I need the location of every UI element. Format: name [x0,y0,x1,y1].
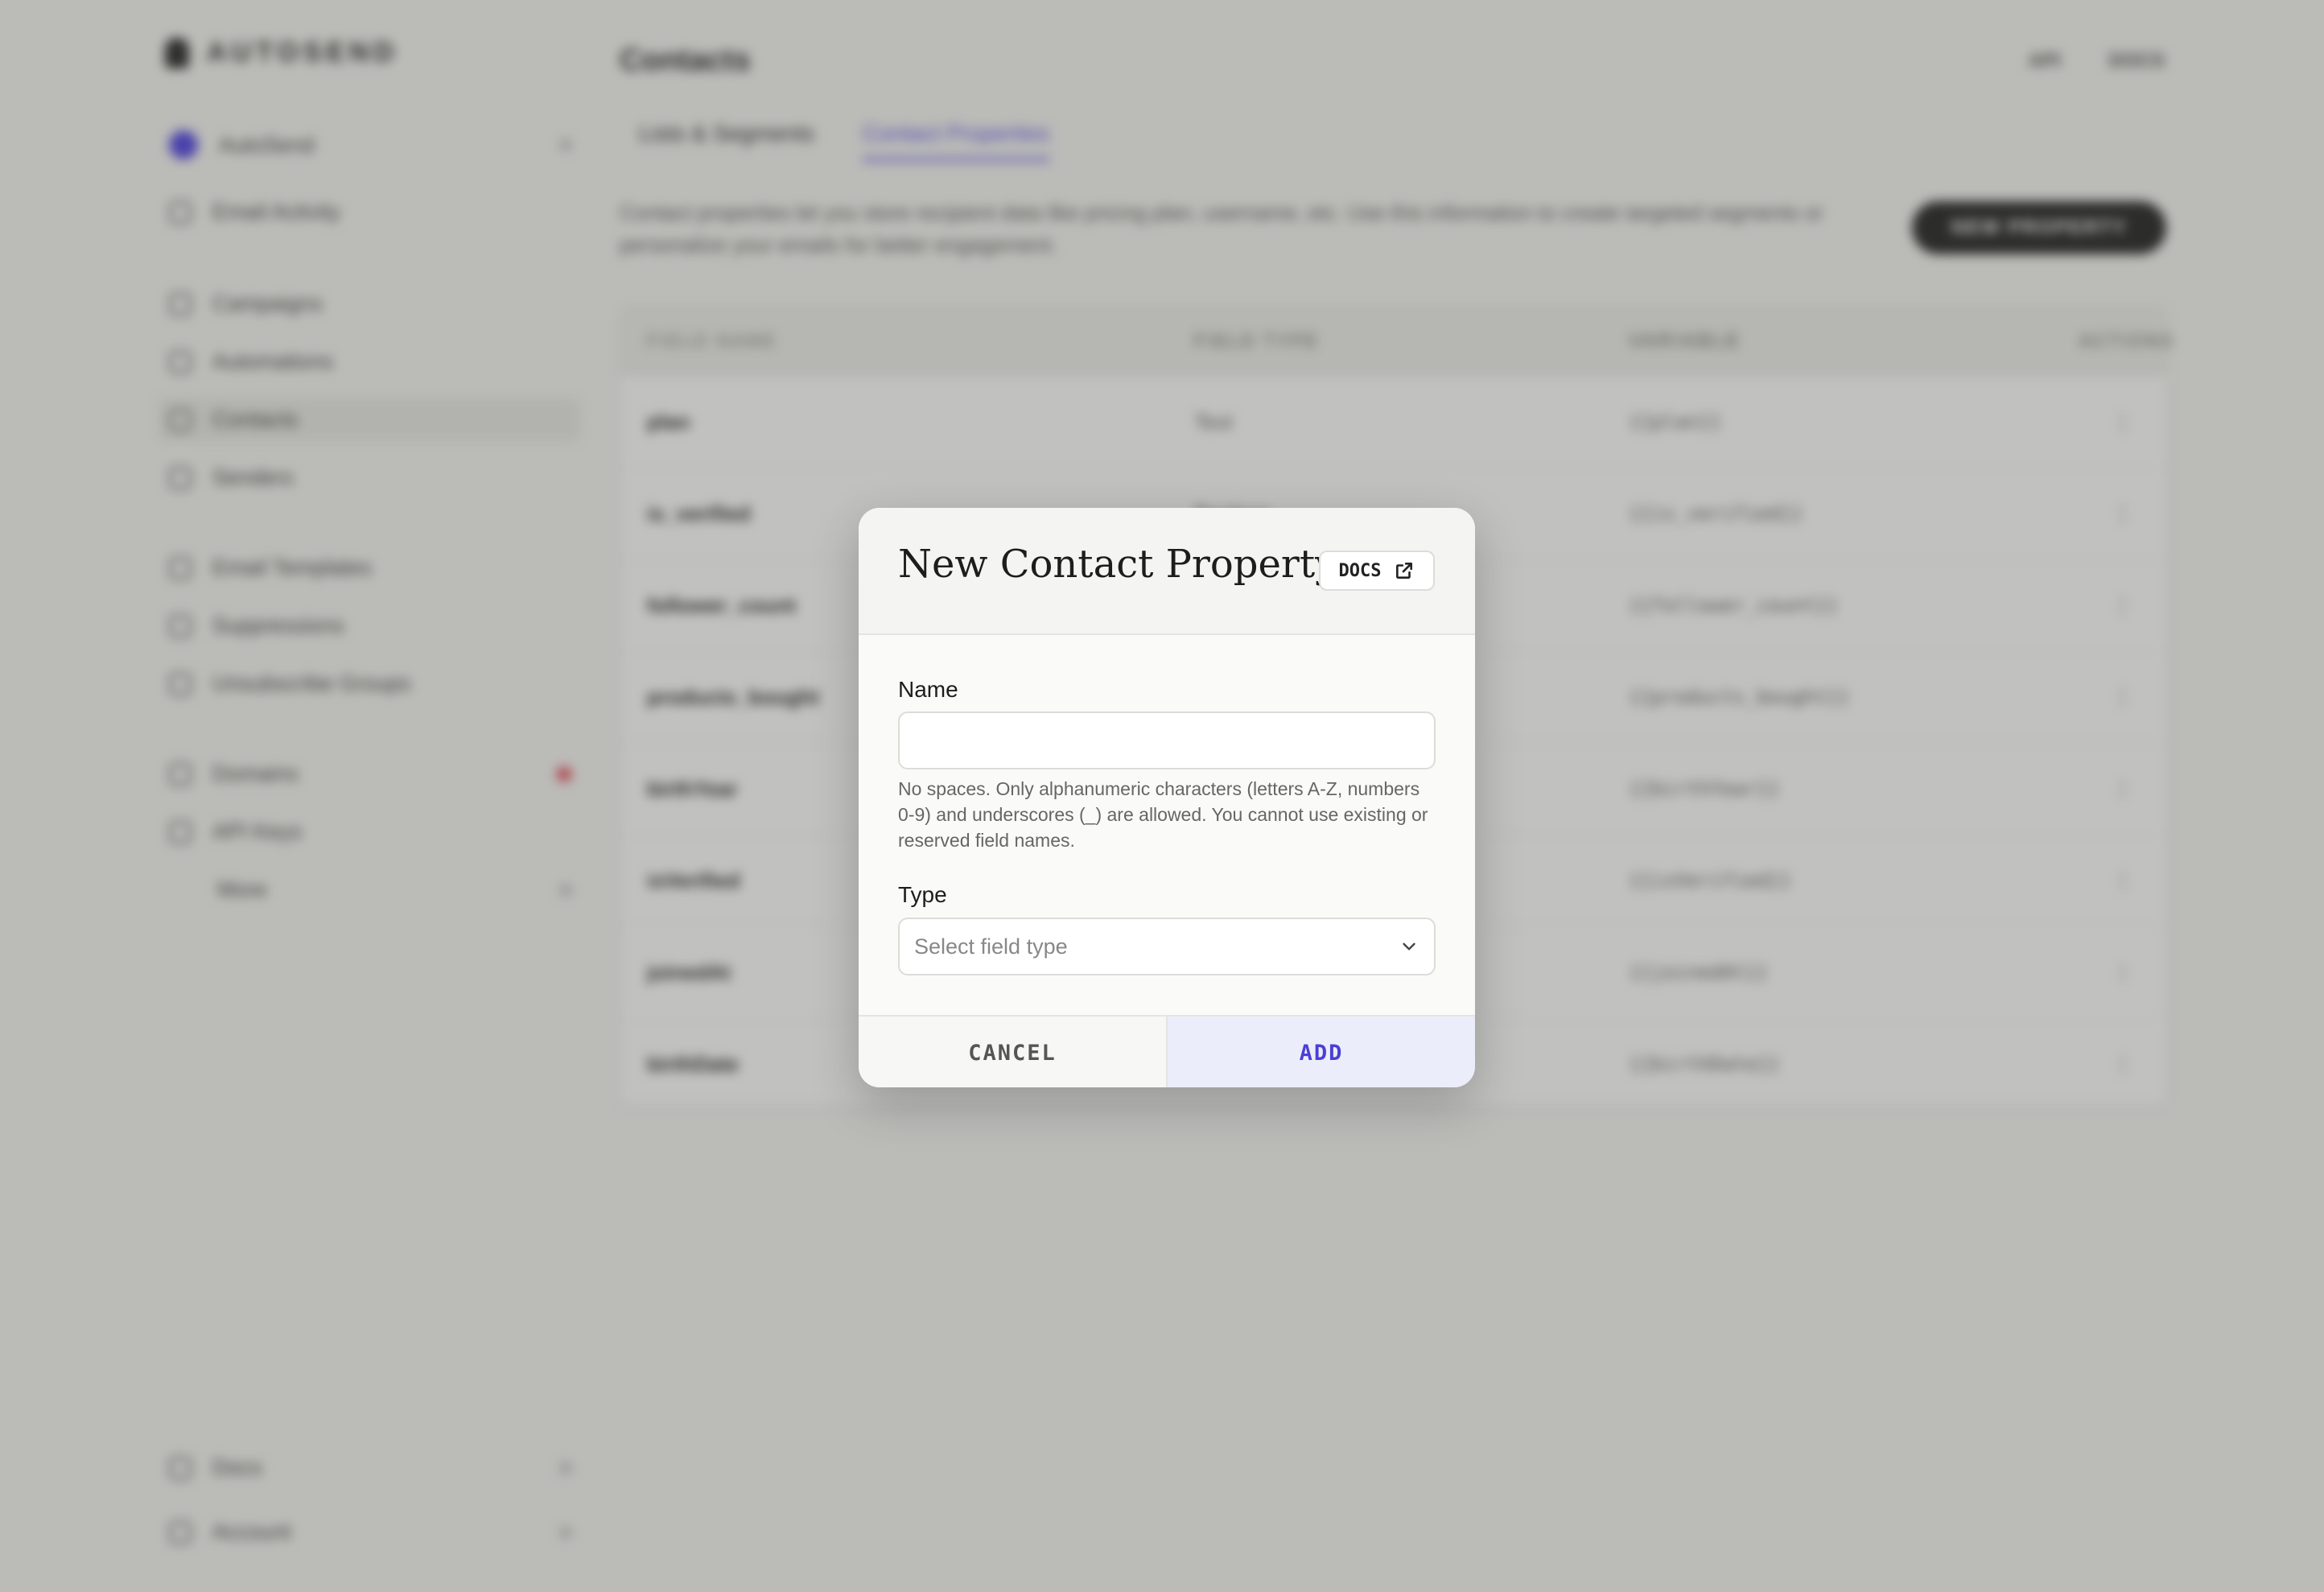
dialog-footer: CANCEL ADD [859,1015,1475,1087]
cancel-button[interactable]: CANCEL [859,1017,1168,1087]
name-input[interactable] [898,711,1436,769]
add-button[interactable]: ADD [1168,1017,1475,1087]
type-select-placeholder: Select field type [914,934,1068,959]
dialog-title: New Contact Property [898,542,1337,587]
new-contact-property-dialog: New Contact Property DOCS Name No spaces… [859,508,1475,1087]
docs-label: DOCS [1338,560,1382,581]
name-help-text: No spaces. Only alphanumeric characters … [898,778,1428,851]
docs-button[interactable]: DOCS [1319,551,1435,591]
type-label: Type [898,882,947,907]
external-link-icon [1396,563,1413,579]
type-select[interactable]: Select field type [898,918,1436,975]
name-label: Name [898,677,958,702]
dialog-header: New Contact Property DOCS [859,508,1475,635]
chevron-down-icon [1403,942,1415,951]
